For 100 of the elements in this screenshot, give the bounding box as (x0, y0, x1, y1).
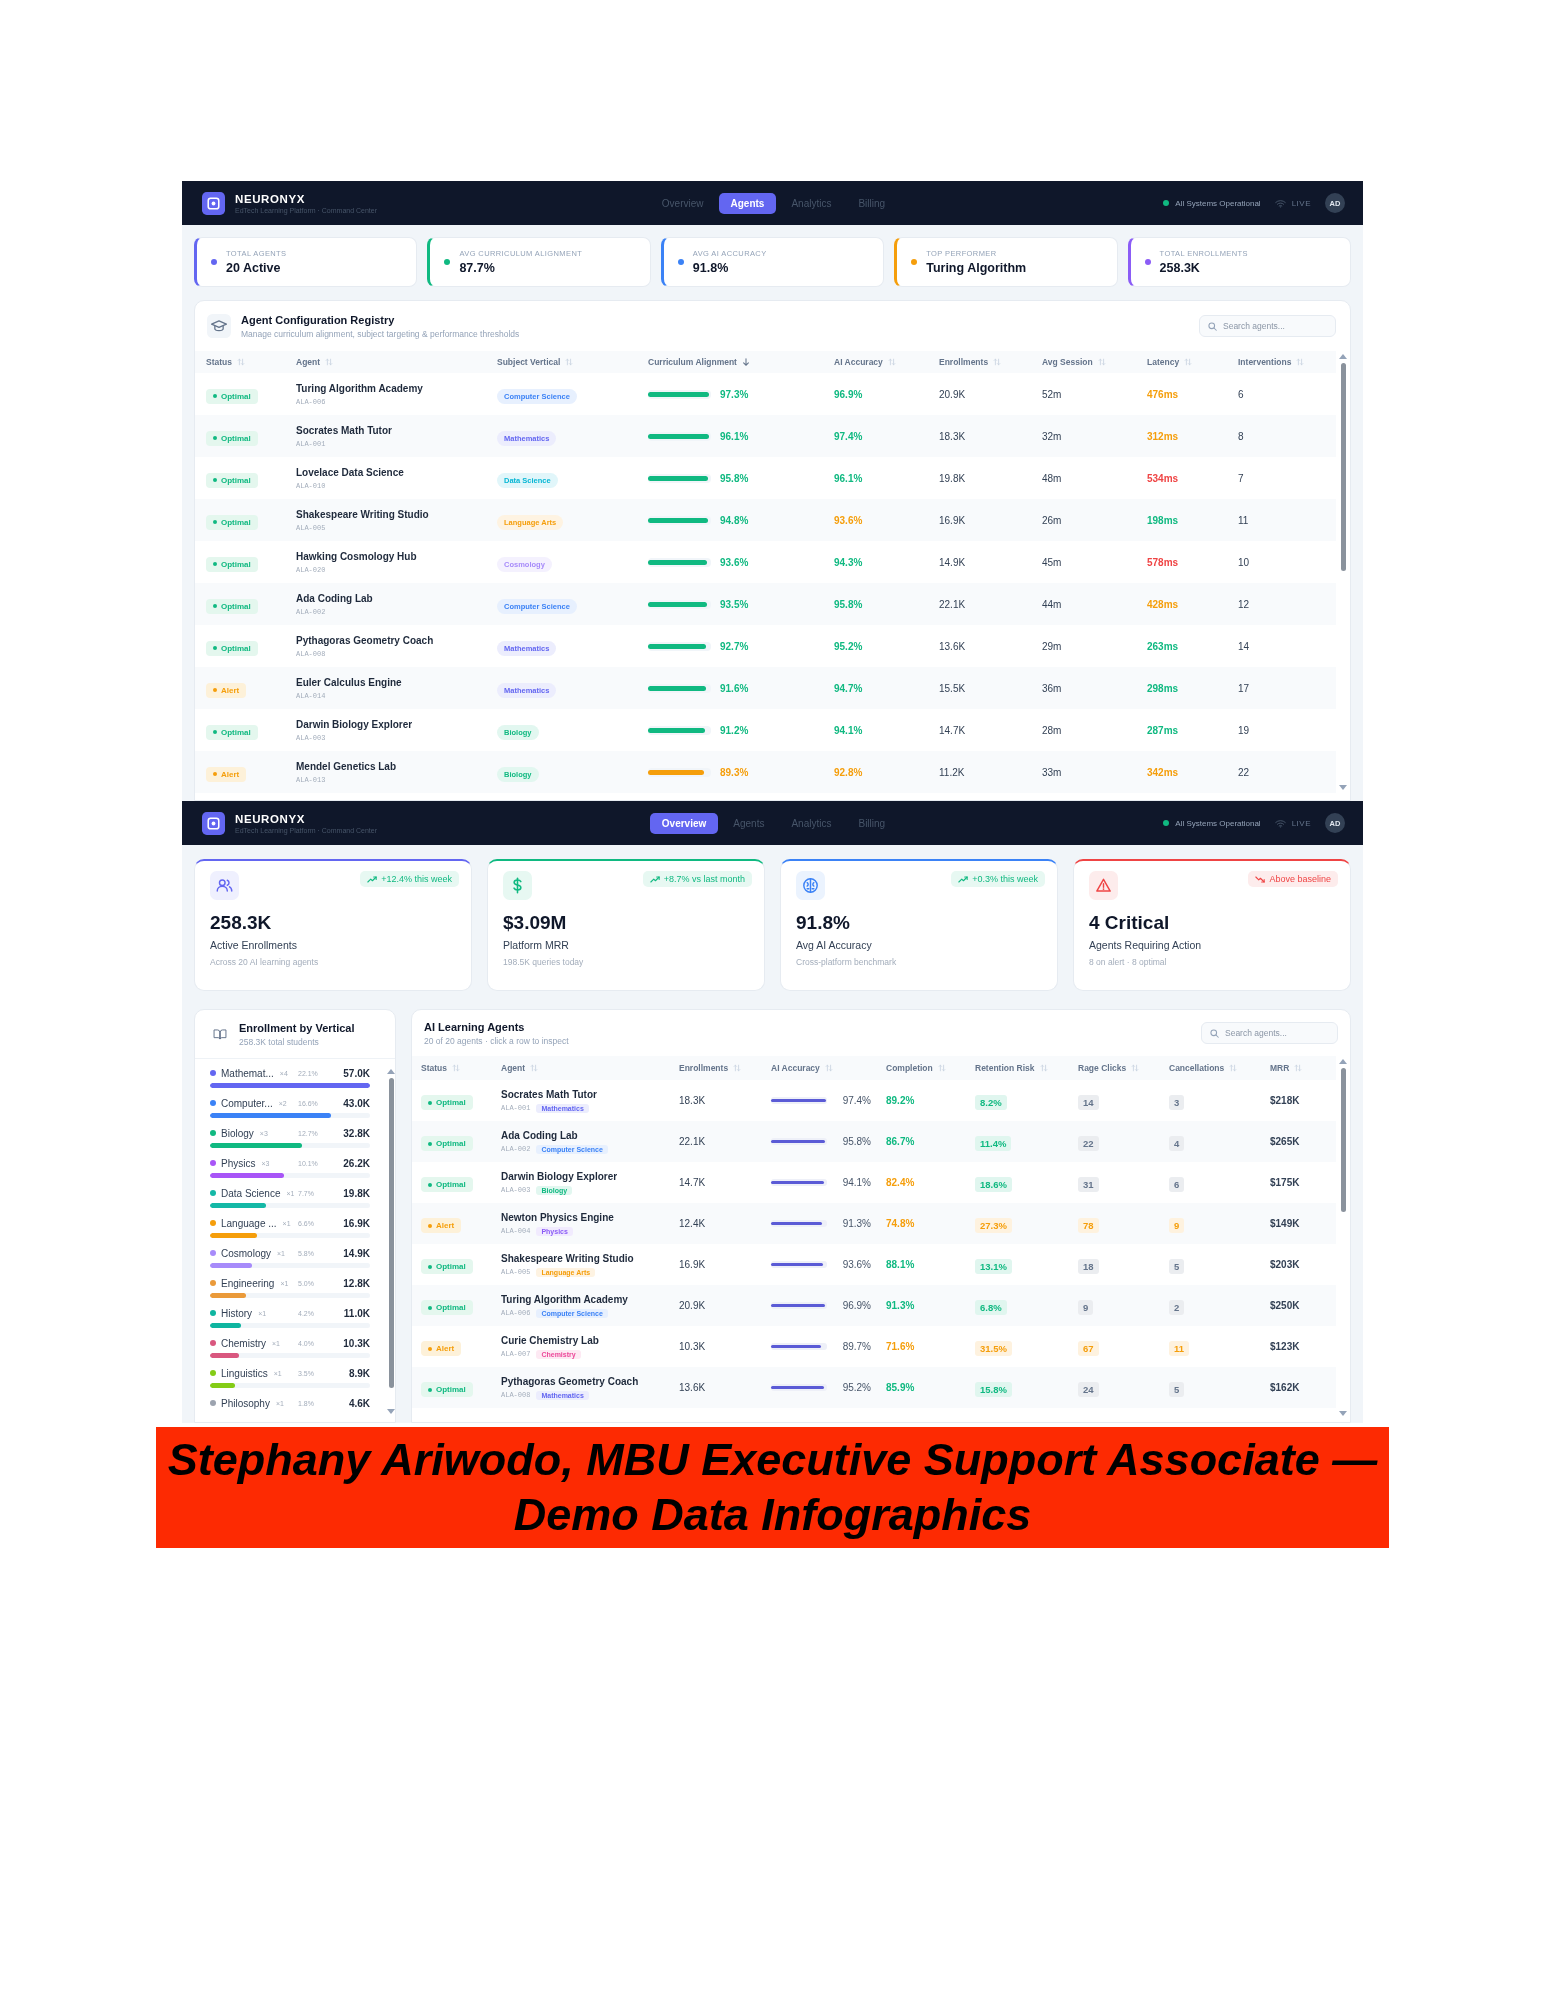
agent-name: Hawking Cosmology Hub (296, 550, 418, 562)
status-label: Optimal (221, 559, 251, 569)
scroll-up-arrow-icon[interactable] (1339, 354, 1347, 359)
column-header[interactable]: Rage Clicks (1078, 1063, 1140, 1073)
latency-value: 198ms (1147, 514, 1180, 526)
column-header[interactable]: Subject Vertical (497, 357, 574, 367)
stat-value: Turing Algorithm (926, 261, 1027, 275)
search-field[interactable]: Search agents... (1199, 315, 1336, 337)
column-header[interactable]: Retention Risk (975, 1063, 1048, 1073)
status-dot-icon (428, 1387, 432, 1392)
panel-subtitle: Manage curriculum alignment, subject targeting & performance thresholds (241, 328, 521, 339)
stat-value: 20 Active (226, 261, 282, 275)
stat-value: 258.3K (1159, 261, 1201, 275)
rage-click-count: 14 (1078, 1094, 1099, 1110)
vertical-name: History (221, 1307, 253, 1319)
scroll-up-arrow-icon[interactable] (387, 1069, 395, 1074)
agent-name: Ada Coding Lab (296, 592, 374, 604)
column-header[interactable]: Completion (886, 1063, 946, 1073)
vertical-name: Linguistics (221, 1367, 268, 1379)
enrollment-total: 57.0K (342, 1067, 370, 1079)
search-icon (1208, 321, 1217, 331)
completion-value: 85.9% (886, 1382, 916, 1393)
caption-banner: Stephany Ariwodo, MBU Executive Support Associate — Demo Data Infographics (156, 1427, 1389, 1548)
intervention-count: 14 (1238, 640, 1251, 652)
agent-name: Pythagoras Geometry Coach (296, 634, 435, 646)
alignment-value: 97.3% (720, 388, 749, 400)
column-header[interactable]: Enrollments (679, 1063, 742, 1073)
column-header[interactable]: Agent (501, 1063, 539, 1073)
session-length: 26m (1042, 514, 1063, 526)
column-header[interactable]: Latency (1147, 357, 1193, 367)
column-header[interactable]: AI Accuracy (834, 357, 896, 367)
column-header[interactable]: Cancellations (1169, 1063, 1238, 1073)
column-header[interactable]: Enrollments (939, 357, 1002, 367)
retention-risk-badge: 15.8% (975, 1381, 1012, 1397)
brand-name: NEURONYX (235, 812, 306, 825)
alignment-value: 91.6% (720, 682, 749, 694)
alignment-value: 93.5% (720, 598, 749, 610)
nav-tab[interactable]: Overview (649, 812, 719, 834)
live-label: LIVE (1291, 198, 1311, 208)
status-label: Optimal (436, 1139, 466, 1149)
column-header[interactable]: Status (421, 1063, 460, 1073)
mrr-value: $123K (1270, 1341, 1301, 1352)
panel-subtitle: 20 of 20 agents · click a row to inspect (424, 1035, 570, 1046)
scroll-down-arrow-icon[interactable] (387, 1409, 395, 1414)
enrollment-count: 18.3K (679, 1095, 707, 1106)
latency-value: 342ms (1147, 766, 1180, 778)
scrollbar-thumb[interactable] (1340, 1068, 1346, 1212)
agent-name: Turing Algorithm Academy (501, 1293, 629, 1305)
enrollment-total: 26.2K (342, 1157, 370, 1169)
agent-name: Euler Calculus Engine (296, 676, 403, 688)
nav-tab[interactable]: Agents (718, 192, 777, 214)
scrollbar-thumb[interactable] (1340, 363, 1346, 571)
status-label: Optimal (436, 1262, 466, 1272)
vertical-name: Computer... (221, 1097, 273, 1109)
scrollbar-thumb[interactable] (388, 1078, 394, 1388)
enrollment-count: 18.3K (939, 430, 967, 442)
agent-name: Turing Algorithm Academy (296, 382, 424, 394)
scroll-down-arrow-icon[interactable] (1339, 785, 1347, 790)
search-field[interactable]: Search agents... (1201, 1022, 1338, 1044)
column-header[interactable]: MRR (1270, 1063, 1303, 1073)
cancellation-count: 3 (1169, 1094, 1185, 1110)
session-length: 45m (1042, 556, 1063, 568)
cancellation-count: 6 (1169, 1176, 1185, 1192)
status-dot-icon (213, 562, 217, 567)
panel-title: Agent Configuration Registry (241, 313, 396, 326)
scroll-down-arrow-icon[interactable] (1339, 1411, 1347, 1416)
accuracy-value: 95.2% (841, 1382, 871, 1393)
column-header[interactable]: Agent (296, 357, 334, 367)
trend-up-icon (367, 875, 378, 883)
alignment-value: 89.3% (720, 766, 749, 778)
session-length: 36m (1042, 682, 1063, 694)
status-label: Optimal (221, 517, 251, 527)
enrollment-count: 12.4K (679, 1218, 707, 1229)
session-length: 48m (1042, 472, 1063, 484)
vertical-name: Cosmology (221, 1247, 272, 1259)
column-header[interactable]: AI Accuracy (771, 1063, 833, 1073)
retention-risk-badge: 18.6% (975, 1176, 1012, 1192)
cancellation-count: 9 (1169, 1217, 1185, 1233)
session-length: 52m (1042, 388, 1063, 400)
system-status-text: All Systems Operational (1175, 198, 1261, 208)
column-header[interactable]: Curriculum Alignment (648, 357, 750, 367)
vertical-name: Engineering (221, 1277, 275, 1289)
latency-value: 578ms (1147, 556, 1180, 568)
enrollment-count: 14.7K (939, 724, 967, 736)
logo-icon (202, 191, 225, 215)
status-dot-icon (428, 1305, 432, 1310)
status-dot-icon (428, 1141, 432, 1146)
scroll-up-arrow-icon[interactable] (1339, 1059, 1347, 1064)
agent-name: Pythagoras Geometry Coach (501, 1375, 640, 1387)
column-header[interactable]: Avg Session (1042, 357, 1106, 367)
intervention-count: 6 (1238, 388, 1245, 400)
vertical-name: Biology (221, 1127, 254, 1139)
column-header[interactable]: Status (206, 357, 245, 367)
accuracy-value: 97.4% (841, 1095, 871, 1106)
latency-value: 298ms (1147, 682, 1180, 694)
column-header[interactable]: Interventions (1238, 357, 1305, 367)
agent-name: Socrates Math Tutor (296, 424, 393, 436)
kpi-note: Cross-platform benchmark (796, 957, 898, 967)
cancellation-count: 4 (1169, 1135, 1185, 1151)
latency-value: 287ms (1147, 724, 1180, 736)
